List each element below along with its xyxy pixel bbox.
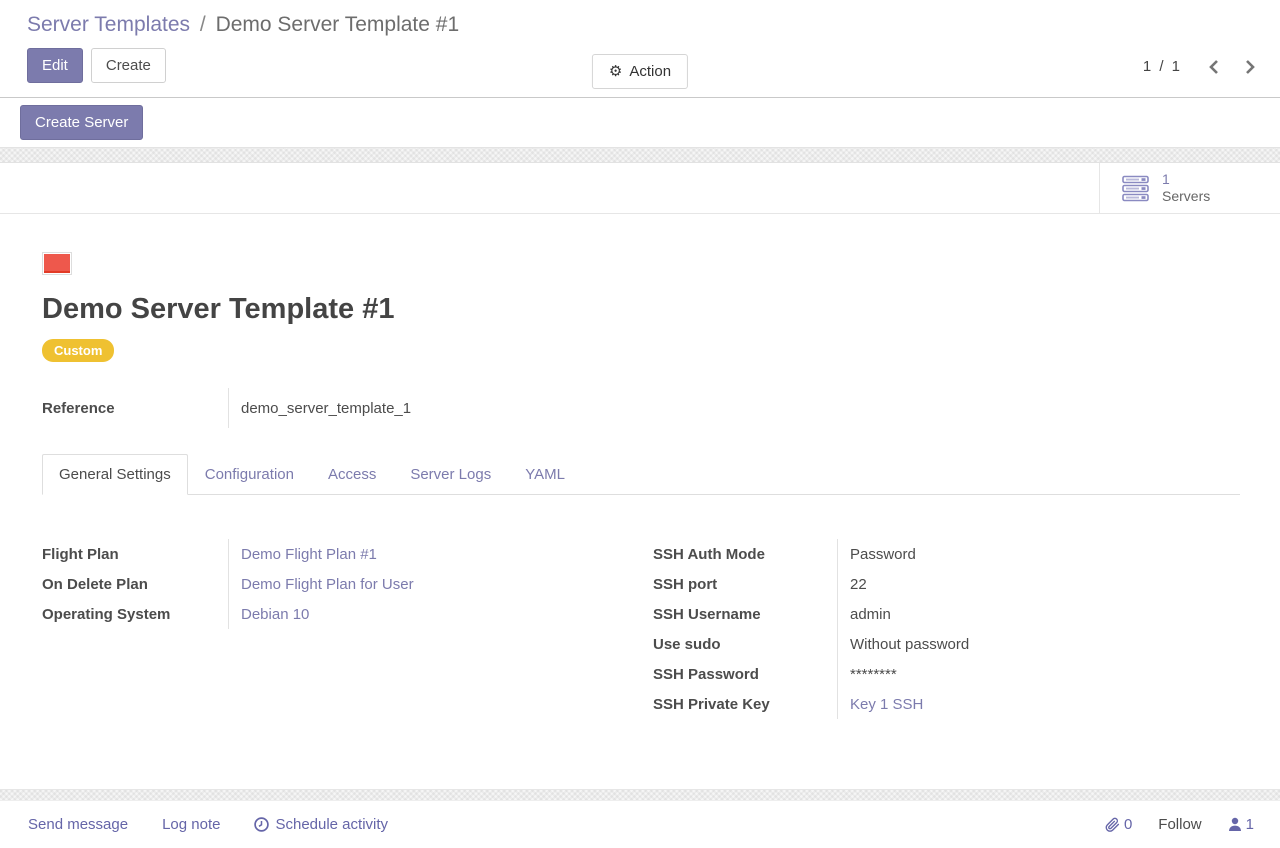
tab-access[interactable]: Access [311, 454, 393, 495]
ssh-password-label: SSH Password [653, 659, 837, 689]
edit-button[interactable]: Edit [27, 48, 83, 83]
field-group-left: Flight Plan Demo Flight Plan #1 On Delet… [42, 539, 629, 719]
attachments-button[interactable]: 0 [1105, 816, 1132, 833]
breadcrumb: Server Templates / Demo Server Template … [27, 12, 1256, 38]
ssh-password-value: ******** [837, 659, 1240, 689]
log-note-label: Log note [162, 816, 220, 833]
chevron-right-icon[interactable] [1245, 59, 1256, 75]
control-panel: Server Templates / Demo Server Template … [0, 0, 1280, 98]
create-server-button[interactable]: Create Server [20, 105, 143, 140]
use-sudo-label: Use sudo [653, 629, 837, 659]
follower-count: 1 [1246, 816, 1254, 833]
field-group-right: SSH Auth Mode Password SSH port 22 SSH U… [653, 539, 1240, 719]
button-box-row: 1 Servers [0, 163, 1280, 214]
attachment-count: 0 [1124, 816, 1132, 833]
schedule-activity-label: Schedule activity [275, 816, 388, 833]
custom-badge: Custom [42, 339, 114, 362]
ssh-port-label: SSH port [653, 569, 837, 599]
follow-button[interactable]: Follow [1158, 816, 1201, 833]
template-color-swatch [42, 252, 72, 275]
reference-label: Reference [42, 388, 228, 428]
operating-system-value-link[interactable]: Debian 10 [241, 606, 309, 623]
chatter-right-group: 0 Follow 1 [1105, 816, 1254, 833]
log-note-button[interactable]: Log note [162, 816, 220, 833]
servers-stat-button[interactable]: 1 Servers [1099, 163, 1280, 213]
breadcrumb-parent-link[interactable]: Server Templates [27, 13, 190, 36]
servers-stat-label: Servers [1162, 188, 1210, 205]
schedule-activity-button[interactable]: Schedule activity [254, 816, 388, 833]
pager-value: 1 / 1 [1143, 58, 1182, 75]
ssh-port-value: 22 [837, 569, 1240, 599]
send-message-label: Send message [28, 816, 128, 833]
background-hatch-strip-bottom [0, 789, 1280, 801]
clock-icon [254, 817, 269, 832]
tab-yaml[interactable]: YAML [508, 454, 582, 495]
sheet-content: Demo Server Template #1 Custom Reference… [0, 214, 1280, 789]
on-delete-plan-label: On Delete Plan [42, 569, 228, 599]
pager: 1 / 1 [1143, 58, 1256, 75]
chevron-left-icon[interactable] [1208, 59, 1219, 75]
gear-icon: ⚙ [609, 64, 622, 79]
status-bar: Create Server [0, 98, 1280, 148]
form-sheet: 1 Servers Demo Server Template #1 Custom… [0, 163, 1280, 789]
template-color-swatch-fill [44, 254, 70, 273]
tab-server-logs[interactable]: Server Logs [393, 454, 508, 495]
ssh-auth-mode-value: Password [837, 539, 1240, 569]
chatter-bar: Send message Log note Schedule activity … [0, 801, 1280, 848]
breadcrumb-current: Demo Server Template #1 [216, 13, 460, 36]
servers-icon [1122, 175, 1152, 202]
ssh-username-label: SSH Username [653, 599, 837, 629]
use-sudo-value: Without password [837, 629, 1240, 659]
ssh-private-key-label: SSH Private Key [653, 689, 837, 719]
notebook-tabs: General Settings Configuration Access Se… [42, 454, 1240, 495]
reference-field-row: Reference demo_server_template_1 [42, 388, 642, 428]
follower-person-icon [1228, 817, 1242, 832]
send-message-button[interactable]: Send message [28, 816, 128, 833]
ssh-private-key-value-link[interactable]: Key 1 SSH [850, 696, 923, 713]
flight-plan-label: Flight Plan [42, 539, 228, 569]
action-button-label: Action [629, 63, 671, 80]
ssh-username-value: admin [837, 599, 1240, 629]
paperclip-icon [1105, 817, 1120, 833]
breadcrumb-separator: / [196, 13, 210, 36]
reference-value: demo_server_template_1 [228, 388, 642, 428]
action-button[interactable]: ⚙ Action [592, 54, 688, 89]
tab-general-settings[interactable]: General Settings [42, 454, 188, 495]
flight-plan-value-link[interactable]: Demo Flight Plan #1 [241, 546, 377, 563]
record-title: Demo Server Template #1 [42, 293, 1240, 326]
tab-configuration[interactable]: Configuration [188, 454, 311, 495]
background-hatch-strip-top [0, 148, 1280, 163]
ssh-auth-mode-label: SSH Auth Mode [653, 539, 837, 569]
servers-stat-text: 1 Servers [1162, 171, 1210, 205]
create-button[interactable]: Create [91, 48, 166, 83]
followers-button[interactable]: 1 [1228, 816, 1254, 833]
servers-stat-count: 1 [1162, 171, 1210, 188]
general-settings-pane: Flight Plan Demo Flight Plan #1 On Delet… [42, 495, 1240, 719]
operating-system-label: Operating System [42, 599, 228, 629]
on-delete-plan-value-link[interactable]: Demo Flight Plan for User [241, 576, 414, 593]
